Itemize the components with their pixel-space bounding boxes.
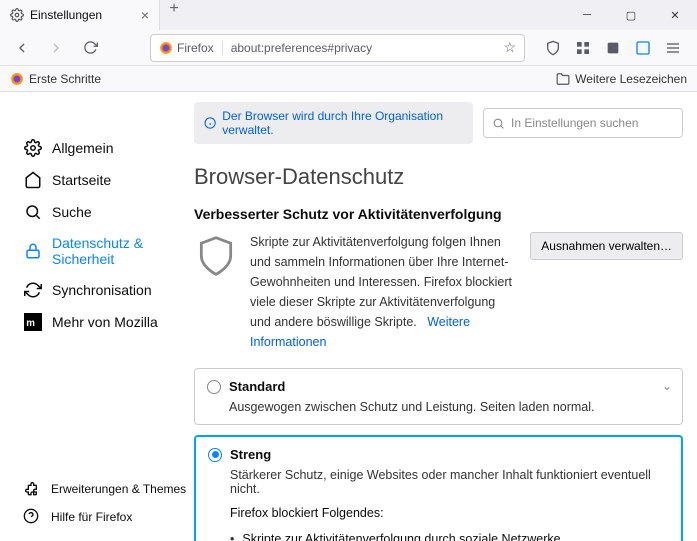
option-desc: Ausgewogen zwischen Schutz und Leistung.… [229, 400, 670, 414]
section-heading: Browser-Datenschutz [194, 164, 683, 190]
firefox-icon [10, 72, 24, 86]
etp-option-standard[interactable]: Standard ⌄ Ausgewogen zwischen Schutz un… [194, 368, 683, 425]
help-icon [23, 508, 41, 526]
window-titlebar: Einstellungen × + ─ ▢ ✕ [0, 0, 697, 30]
sidebar-item-privacy[interactable]: Datenschutz & Sicherheit [18, 228, 172, 274]
bookmark-item[interactable]: Erste Schritte [10, 72, 101, 86]
folder-icon [556, 72, 570, 86]
tab-title: Einstellungen [30, 8, 141, 22]
home-icon [24, 171, 42, 189]
puzzle-icon [23, 480, 41, 498]
close-tab-icon[interactable]: × [141, 7, 149, 23]
gear-icon [10, 8, 24, 22]
chevron-down-icon[interactable]: ⌄ [662, 379, 672, 393]
sidebar-item-label: Startseite [52, 172, 111, 188]
option-title: Streng [230, 447, 271, 462]
sidebar-item-extensions[interactable]: Erweiterungen & Themes [18, 475, 191, 503]
url-text: about:preferences#privacy [231, 41, 504, 55]
more-bookmarks[interactable]: Weitere Lesezeichen [556, 72, 687, 86]
preferences-content: Allgemein Startseite Suche Datenschutz &… [0, 92, 697, 541]
etp-option-strict[interactable]: Streng Stärkerer Schutz, einige Websites… [194, 435, 683, 541]
close-window-button[interactable]: ✕ [653, 0, 697, 30]
more-bookmarks-label: Weitere Lesezeichen [575, 72, 687, 86]
sidebar-item-label: Suche [52, 204, 92, 220]
prefs-main: Der Browser wird durch Ihre Organisation… [180, 92, 697, 541]
account-toolbar-icon[interactable] [573, 38, 593, 58]
extension2-toolbar-icon[interactable] [633, 38, 653, 58]
org-managed-banner: Der Browser wird durch Ihre Organisation… [194, 102, 473, 144]
sidebar-item-general[interactable]: Allgemein [18, 132, 172, 164]
firefox-icon [159, 41, 173, 55]
radio-standard[interactable] [207, 380, 221, 394]
search-icon [24, 203, 42, 221]
prefs-search-input[interactable]: In Einstellungen suchen [483, 108, 683, 138]
minimize-button[interactable]: ─ [565, 0, 609, 30]
mozilla-icon: m [24, 313, 42, 331]
search-placeholder: In Einstellungen suchen [511, 116, 638, 130]
back-button[interactable] [8, 34, 36, 62]
browser-tab[interactable]: Einstellungen × [0, 0, 160, 30]
org-managed-link[interactable]: Der Browser wird durch Ihre Organisation… [222, 109, 463, 137]
sidebar-item-label: Hilfe für Firefox [51, 510, 132, 524]
sidebar-item-more-mozilla[interactable]: m Mehr von Mozilla [18, 306, 172, 338]
bookmarks-bar: Erste Schritte Weitere Lesezeichen [0, 66, 697, 92]
site-identity[interactable]: Firefox [159, 41, 223, 55]
identity-label: Firefox [177, 41, 214, 55]
shield-icon [194, 232, 238, 280]
gear-icon [24, 139, 42, 157]
new-tab-button[interactable]: + [160, 0, 188, 18]
sidebar-item-search[interactable]: Suche [18, 196, 172, 228]
sidebar-item-help[interactable]: Hilfe für Firefox [18, 503, 191, 531]
blocks-label: Firefox blockiert Folgendes: [230, 506, 669, 520]
navigation-toolbar: Firefox about:preferences#privacy ☆ [0, 30, 697, 66]
option-title: Standard [229, 379, 285, 394]
lock-icon [24, 242, 42, 260]
manage-exceptions-button[interactable]: Ausnahmen verwalten… [530, 232, 683, 260]
option-desc: Stärkerer Schutz, einige Websites oder m… [230, 468, 669, 496]
window-controls: ─ ▢ ✕ [565, 0, 697, 30]
maximize-button[interactable]: ▢ [609, 0, 653, 30]
reload-button[interactable] [76, 34, 104, 62]
info-icon [204, 116, 216, 130]
etp-text-body: Skripte zur Aktivitätenverfolgung folgen… [250, 235, 512, 329]
etp-description: Skripte zur Aktivitätenverfolgung folgen… [250, 232, 518, 352]
sync-icon [24, 281, 42, 299]
svg-text:m: m [26, 318, 35, 329]
menu-toolbar-icon[interactable] [663, 38, 683, 58]
sidebar-item-label: Synchronisation [52, 282, 152, 298]
prefs-sidebar: Allgemein Startseite Suche Datenschutz &… [0, 92, 180, 541]
sidebar-item-label: Erweiterungen & Themes [51, 482, 186, 496]
radio-strict[interactable] [208, 448, 222, 462]
sidebar-item-label: Datenschutz & Sicherheit [52, 235, 166, 267]
sidebar-item-sync[interactable]: Synchronisation [18, 274, 172, 306]
sidebar-item-label: Mehr von Mozilla [52, 314, 158, 330]
shield-toolbar-icon[interactable] [543, 38, 563, 58]
strict-block-list: Skripte zur Aktivitätenverfolgung durch … [230, 526, 669, 541]
list-item: Skripte zur Aktivitätenverfolgung durch … [230, 526, 669, 541]
forward-button[interactable] [42, 34, 70, 62]
extension-toolbar-icon[interactable] [603, 38, 623, 58]
bookmark-label: Erste Schritte [29, 72, 101, 86]
url-bar[interactable]: Firefox about:preferences#privacy ☆ [150, 34, 525, 62]
sidebar-item-home[interactable]: Startseite [18, 164, 172, 196]
etp-heading: Verbesserter Schutz vor Aktivitätenverfo… [194, 206, 683, 222]
search-icon [492, 117, 505, 130]
bookmark-star-icon[interactable]: ☆ [503, 39, 516, 56]
sidebar-item-label: Allgemein [52, 140, 113, 156]
